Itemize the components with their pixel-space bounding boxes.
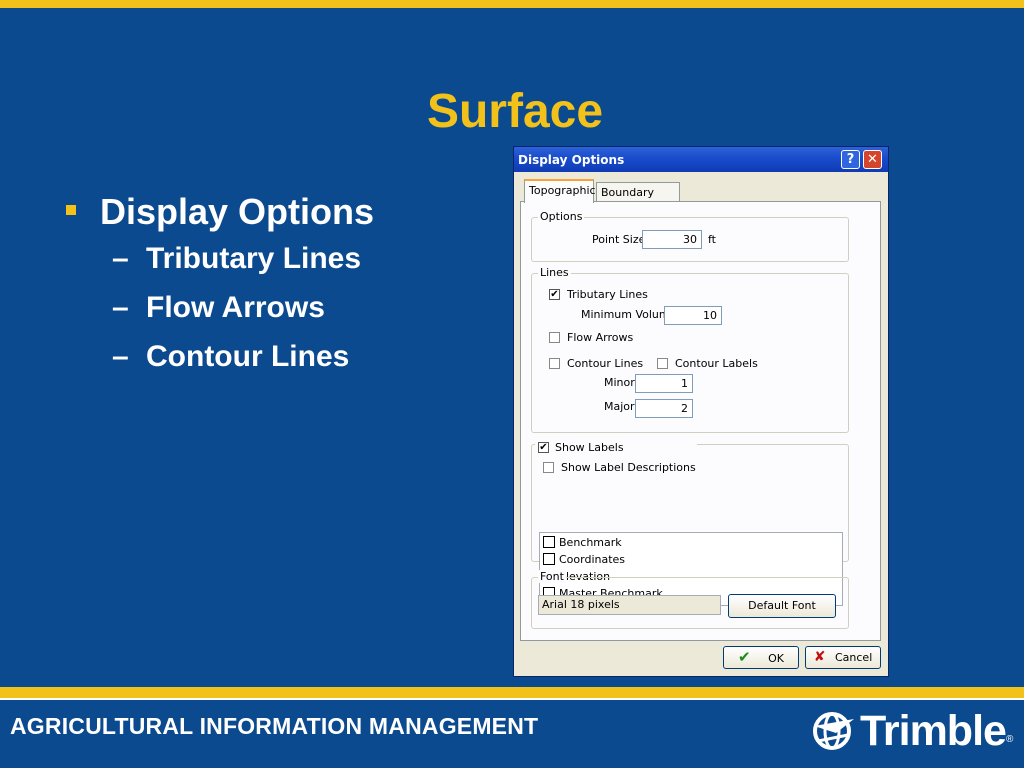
list-item-label: Coordinates xyxy=(559,553,626,566)
list-item-checkbox[interactable] xyxy=(543,553,555,565)
bottom-gold-bar xyxy=(0,687,1024,698)
tab-topographic[interactable]: Topographic xyxy=(524,179,596,203)
registered-mark: ® xyxy=(1005,734,1014,745)
contour-lines-label: Contour Lines xyxy=(567,357,644,370)
bullet-square-icon xyxy=(66,205,76,215)
list-item[interactable]: Coordinates xyxy=(543,552,625,568)
tributary-lines-label: Tributary Lines xyxy=(567,288,648,301)
minimum-volume-label: Minimum Volume xyxy=(581,308,677,321)
sub-bullet-text: Contour Lines xyxy=(146,340,350,373)
tributary-lines-checkbox[interactable]: ✔ xyxy=(549,289,560,300)
logo-text: Trimble xyxy=(860,706,1007,755)
flow-arrows-checkbox[interactable] xyxy=(549,332,560,343)
globe-logo-icon xyxy=(813,712,854,750)
show-label-descriptions-checkbox[interactable] xyxy=(543,462,554,473)
show-labels-checkbox[interactable]: ✔ xyxy=(538,442,549,453)
tab-boundary-layer[interactable]: Boundary Layer xyxy=(596,182,680,218)
point-size-input[interactable]: 30 xyxy=(642,230,702,249)
ok-button-label: OK xyxy=(768,652,784,665)
contour-labels-label: Contour Labels xyxy=(675,357,758,370)
list-item[interactable]: Benchmark xyxy=(543,535,622,551)
cancel-button[interactable]: ✘ Cancel xyxy=(805,646,881,669)
contour-lines-checkbox[interactable] xyxy=(549,358,560,369)
top-gold-bar xyxy=(0,0,1024,8)
major-input[interactable]: 2 xyxy=(635,399,693,418)
footer-text: AGRICULTURAL INFORMATION MANAGEMENT xyxy=(10,713,539,739)
contour-labels-checkbox[interactable] xyxy=(657,358,668,369)
default-font-button[interactable]: Default Font xyxy=(728,594,836,618)
list-item-checkbox[interactable] xyxy=(543,536,555,548)
sub-bullet-flow: – Flow Arrows xyxy=(62,283,374,332)
sub-bullet-text: Flow Arrows xyxy=(146,291,325,324)
show-label-descriptions-label: Show Label Descriptions xyxy=(561,461,696,474)
minor-label: Minor xyxy=(604,376,635,389)
cancel-button-label: Cancel xyxy=(834,651,873,664)
ok-button[interactable]: ✔ OK xyxy=(723,646,799,669)
options-group-label: Options xyxy=(538,210,585,223)
lines-group-label: Lines xyxy=(538,266,571,279)
flow-arrows-label: Flow Arrows xyxy=(567,331,634,344)
point-size-unit: ft xyxy=(708,233,716,246)
dialog-title: Display Options xyxy=(518,153,625,167)
dialog-titlebar[interactable]: Display Options ? ✕ xyxy=(514,147,888,172)
bullet-list: Display Options – Tributary Lines – Flow… xyxy=(62,190,374,381)
help-button[interactable]: ? xyxy=(841,150,860,169)
check-icon: ✔ xyxy=(738,648,751,666)
close-button[interactable]: ✕ xyxy=(863,150,882,169)
dash-icon: – xyxy=(112,242,129,275)
dash-icon: – xyxy=(112,340,129,373)
bullet-display-options: Display Options xyxy=(62,190,374,234)
list-item-label: Benchmark xyxy=(559,536,622,549)
slide-title: Surface xyxy=(426,85,604,138)
point-size-label: Point Size xyxy=(592,233,646,246)
sub-bullet-tributary: – Tributary Lines xyxy=(62,234,374,283)
font-value-field: Arial 18 pixels xyxy=(538,595,721,615)
display-options-dialog: Display Options ? ✕ Topographic Boundary… xyxy=(513,146,889,677)
font-group-label: Font xyxy=(538,570,566,583)
tab-panel: Options Point Size 30 ft Lines ✔ Tributa… xyxy=(520,201,881,641)
minor-input[interactable]: 1 xyxy=(635,374,693,393)
sub-bullet-text: Tributary Lines xyxy=(146,242,362,275)
major-label: Major xyxy=(604,400,635,413)
bullet-text: Display Options xyxy=(100,191,375,232)
trimble-logo: Trimble ® xyxy=(812,707,1013,755)
sub-bullet-contour: – Contour Lines xyxy=(62,332,374,381)
show-labels-label: Show Labels xyxy=(555,441,624,454)
cancel-x-icon: ✘ xyxy=(813,649,826,665)
dash-icon: – xyxy=(112,291,129,324)
minimum-volume-input[interactable]: 10 xyxy=(664,306,722,325)
